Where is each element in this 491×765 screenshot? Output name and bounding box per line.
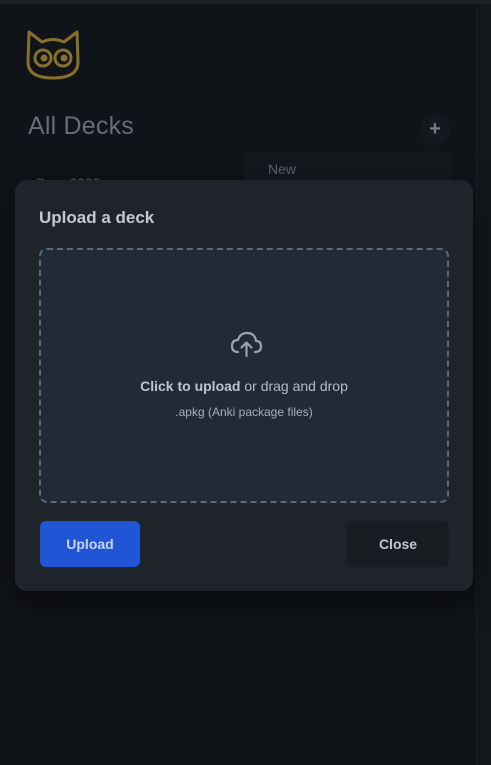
upload-deck-modal: Upload a deck Click to upload or drag an…	[15, 180, 473, 591]
click-to-upload-link[interactable]: Click to upload	[140, 378, 240, 394]
cloud-upload-icon	[229, 330, 263, 358]
drag-drop-text: or drag and drop	[240, 378, 348, 394]
dropzone-instruction: Click to upload or drag and drop	[41, 378, 447, 394]
file-type-hint: .apkg (Anki package files)	[175, 405, 313, 419]
file-dropzone[interactable]: Click to upload or drag and drop .apkg (…	[39, 248, 449, 503]
close-button[interactable]: Close	[347, 521, 449, 567]
upload-button[interactable]: Upload	[40, 521, 140, 567]
modal-title: Upload a deck	[39, 208, 155, 227]
